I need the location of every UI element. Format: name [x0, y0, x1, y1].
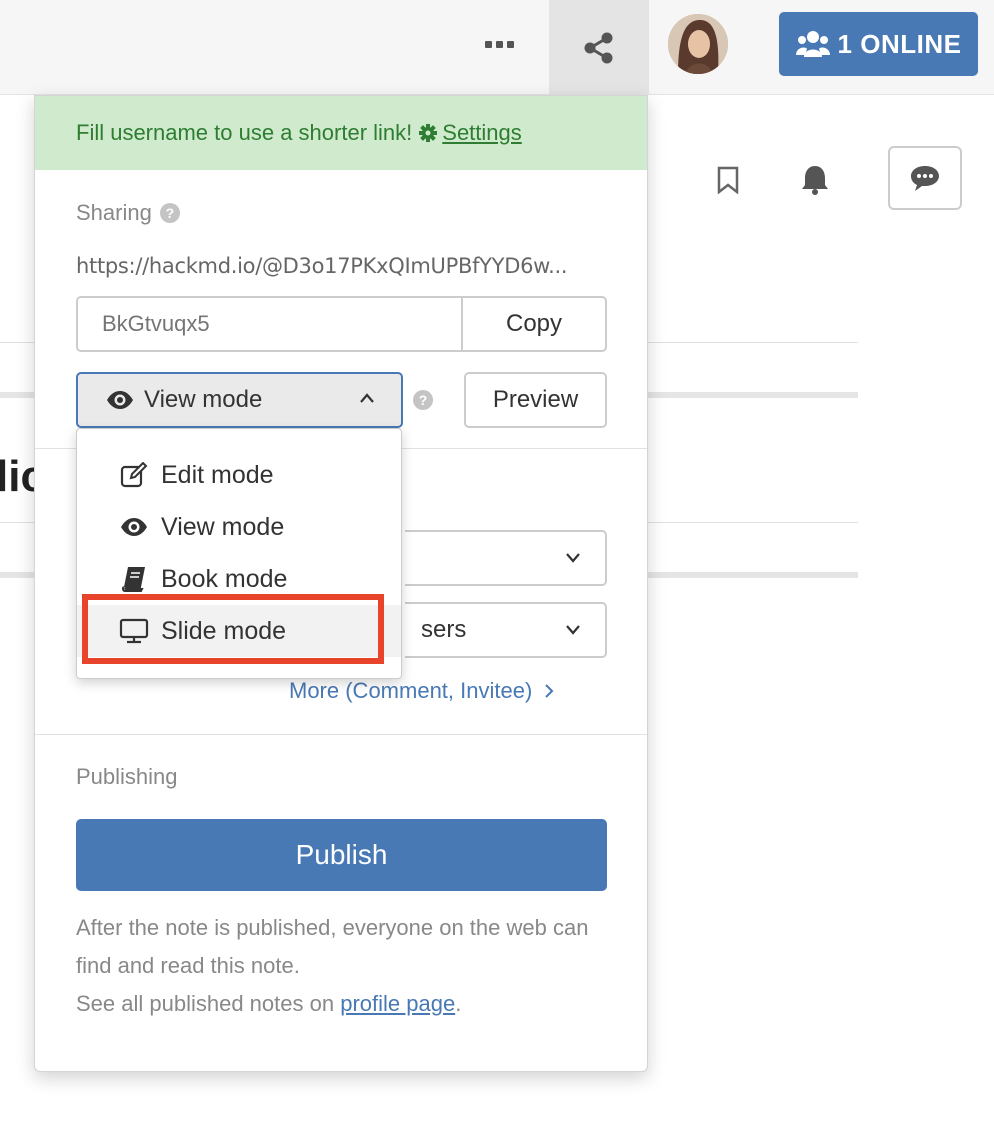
menu-item-edit-mode[interactable]: Edit mode — [77, 449, 401, 501]
alert-text: Fill username to use a shorter link! — [76, 120, 413, 145]
user-avatar[interactable] — [668, 14, 728, 74]
more-menu-button[interactable] — [470, 22, 528, 66]
write-permission-select[interactable]: sers — [405, 602, 607, 658]
menu-item-label: View mode — [161, 512, 285, 541]
mode-select[interactable]: View mode — [76, 372, 403, 428]
publish-desc-suffix: . — [455, 991, 462, 1016]
settings-link[interactable]: Settings — [442, 120, 522, 146]
divider — [35, 734, 647, 735]
publish-description: After the note is published, everyone on… — [76, 909, 607, 1023]
comment-button[interactable] — [888, 146, 962, 210]
top-bar: 1 ONLINE — [0, 0, 994, 95]
bookmark-icon[interactable] — [716, 166, 740, 194]
mode-help-icon[interactable]: ? — [413, 390, 433, 410]
gear-icon — [418, 123, 438, 143]
write-permission-value: sers — [421, 616, 467, 643]
custom-link-input[interactable] — [78, 298, 463, 350]
comment-icon — [911, 166, 939, 191]
online-users-button[interactable]: 1 ONLINE — [779, 12, 978, 76]
menu-item-label: Edit mode — [161, 460, 274, 489]
eye-icon — [107, 391, 133, 409]
slide-mode-highlight — [82, 594, 384, 664]
bell-icon[interactable] — [799, 164, 831, 196]
publish-desc-line1: After the note is published, everyone on… — [76, 915, 589, 978]
chevron-right-icon — [545, 684, 554, 698]
eye-icon — [119, 517, 149, 537]
publish-button[interactable]: Publish — [76, 819, 607, 891]
publish-desc-line2: See all published notes on profile page. — [76, 985, 607, 1023]
publishing-label: Publishing — [76, 764, 178, 789]
online-count-label: 1 ONLINE — [837, 28, 962, 59]
chevron-down-icon — [566, 625, 580, 635]
chevron-up-icon — [360, 393, 374, 403]
share-button[interactable] — [549, 0, 649, 95]
sharing-label-text: Sharing — [76, 200, 152, 225]
read-permission-select[interactable] — [405, 530, 607, 586]
more-icon — [484, 40, 492, 48]
more-permissions-label: More (Comment, Invitee) — [289, 678, 533, 703]
menu-item-view-mode[interactable]: View mode — [77, 501, 401, 553]
publish-desc-prefix: See all published notes on — [76, 991, 341, 1016]
preview-button[interactable]: Preview — [464, 372, 607, 428]
help-icon[interactable]: ? — [159, 203, 180, 223]
users-icon — [795, 31, 830, 57]
copy-button[interactable]: Copy — [463, 298, 605, 350]
custom-link-group: Copy — [76, 296, 607, 352]
chevron-down-icon — [566, 553, 580, 563]
menu-item-label: Book mode — [161, 564, 288, 593]
book-icon — [119, 566, 149, 592]
share-icon — [584, 32, 613, 63]
sharing-label: Sharing ? — [76, 200, 180, 226]
shorter-link-alert: Fill username to use a shorter link! Set… — [35, 96, 647, 170]
edit-icon — [119, 462, 149, 488]
profile-page-link[interactable]: profile page — [340, 991, 455, 1016]
more-permissions-link[interactable]: More (Comment, Invitee) — [289, 678, 554, 704]
mode-select-value: View mode — [144, 386, 263, 413]
share-url: https://hackmd.io/@D3o17PKxQImUPBfYYD6w.… — [76, 254, 568, 278]
